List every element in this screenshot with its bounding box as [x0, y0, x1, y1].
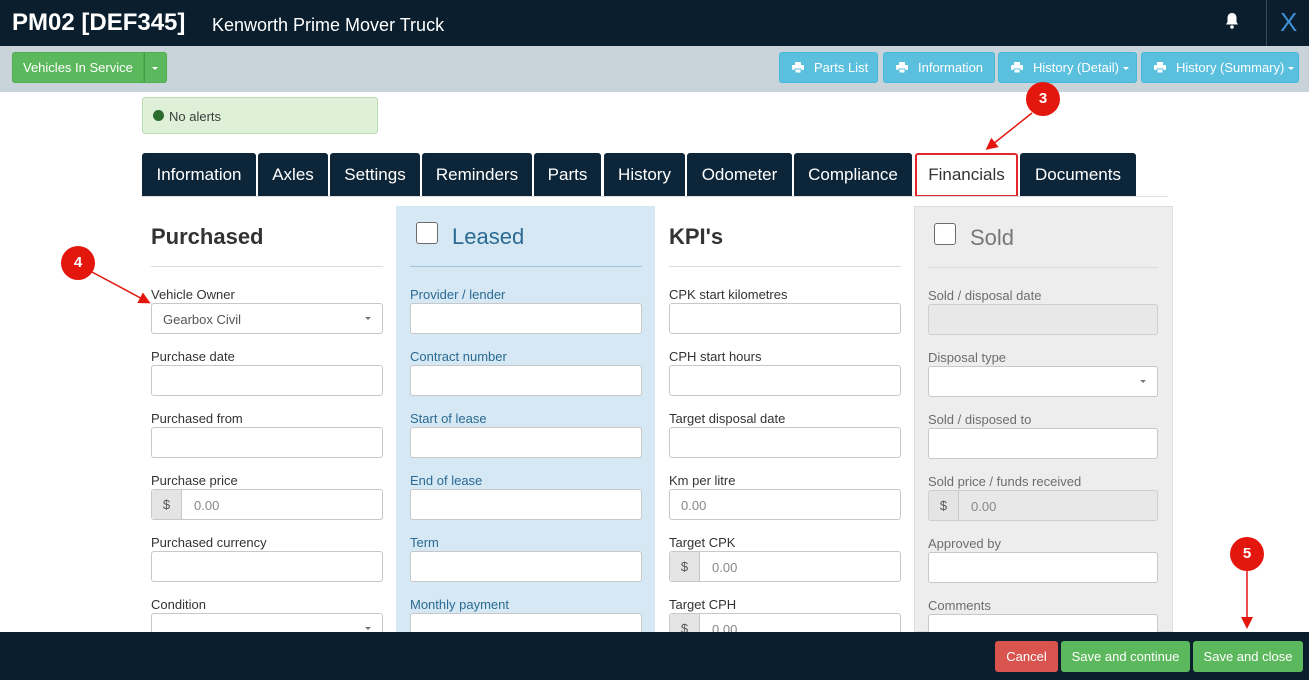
annotation-arrows — [91, 112, 1253, 629]
annotation-marker-3: 3 — [1026, 82, 1060, 116]
annotation-marker-5: 5 — [1230, 537, 1264, 571]
annotation-marker-4: 4 — [61, 246, 95, 280]
